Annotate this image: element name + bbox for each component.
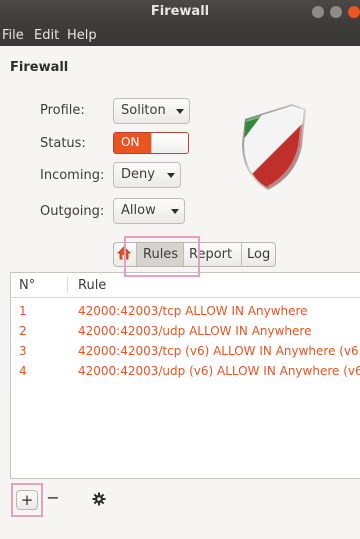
outgoing-label: Outgoing:	[40, 204, 105, 219]
profile-value: Soliton	[121, 103, 166, 118]
table-row[interactable]: 3 42000:42003/tcp (v6) ALLOW IN Anywhere…	[11, 344, 360, 364]
toggle-knob	[151, 133, 188, 153]
remove-rule-button[interactable]: −	[45, 488, 61, 510]
outgoing-dropdown[interactable]: Allow	[113, 198, 185, 224]
profile-label: Profile:	[40, 103, 85, 118]
table-row[interactable]: 4 42000:42003/udp (v6) ALLOW IN Anywhere…	[11, 364, 360, 384]
tab-rules[interactable]: Rules	[143, 243, 178, 266]
column-rule[interactable]: Rule	[78, 278, 106, 293]
gear-icon[interactable]	[91, 489, 107, 509]
rule-number: 1	[19, 304, 27, 318]
column-divider	[67, 277, 68, 293]
menu-bar: File Edit Help	[0, 24, 360, 46]
close-button[interactable]	[348, 6, 360, 18]
tab-log[interactable]: Log	[247, 243, 270, 266]
list-toolbar	[10, 480, 360, 518]
tab-divider	[183, 243, 184, 266]
maximize-button[interactable]	[330, 6, 342, 18]
list-header: N° Rule	[11, 273, 360, 298]
rule-number: 4	[19, 364, 27, 378]
rule-text: 42000:42003/udp (v6) ALLOW IN Anywhere (…	[78, 364, 360, 378]
rule-text: 42000:42003/udp ALLOW IN Anywhere	[78, 324, 312, 338]
shield-logo	[242, 104, 306, 190]
chevron-down-icon	[171, 209, 179, 214]
rule-text: 42000:42003/tcp ALLOW IN Anywhere	[78, 304, 308, 318]
minimize-button[interactable]	[312, 6, 324, 18]
outgoing-value: Allow	[121, 203, 156, 218]
incoming-value: Deny	[121, 167, 155, 182]
home-icon[interactable]	[117, 243, 135, 266]
status-value: ON	[114, 133, 151, 153]
menu-help[interactable]: Help	[67, 28, 97, 43]
rule-number: 2	[19, 324, 27, 338]
add-rule-button[interactable]: +	[16, 490, 38, 510]
rule-number: 3	[19, 344, 27, 358]
rules-list[interactable]: N° Rule 1 42000:42003/tcp ALLOW IN Anywh…	[10, 272, 360, 479]
chevron-down-icon	[167, 173, 175, 178]
column-number[interactable]: N°	[19, 278, 35, 293]
tab-report[interactable]: Report	[189, 243, 232, 266]
incoming-dropdown[interactable]: Deny	[113, 162, 181, 188]
profile-dropdown[interactable]: Soliton	[113, 98, 190, 124]
menu-edit[interactable]: Edit	[34, 28, 59, 43]
window-title: Firewall	[150, 4, 210, 19]
table-row[interactable]: 2 42000:42003/udp ALLOW IN Anywhere	[11, 324, 360, 344]
title-bar: Firewall	[0, 0, 360, 24]
rule-text: 42000:42003/tcp (v6) ALLOW IN Anywhere (…	[78, 344, 360, 358]
view-tabs: Rules Report Log	[113, 242, 276, 267]
table-row[interactable]: 1 42000:42003/tcp ALLOW IN Anywhere	[11, 304, 360, 324]
chevron-down-icon	[176, 109, 184, 114]
menu-file[interactable]: File	[2, 28, 24, 43]
tab-divider	[241, 243, 242, 266]
incoming-label: Incoming:	[40, 168, 105, 183]
section-title: Firewall	[10, 60, 69, 75]
status-toggle[interactable]: ON	[113, 132, 189, 154]
status-label: Status:	[40, 136, 86, 151]
